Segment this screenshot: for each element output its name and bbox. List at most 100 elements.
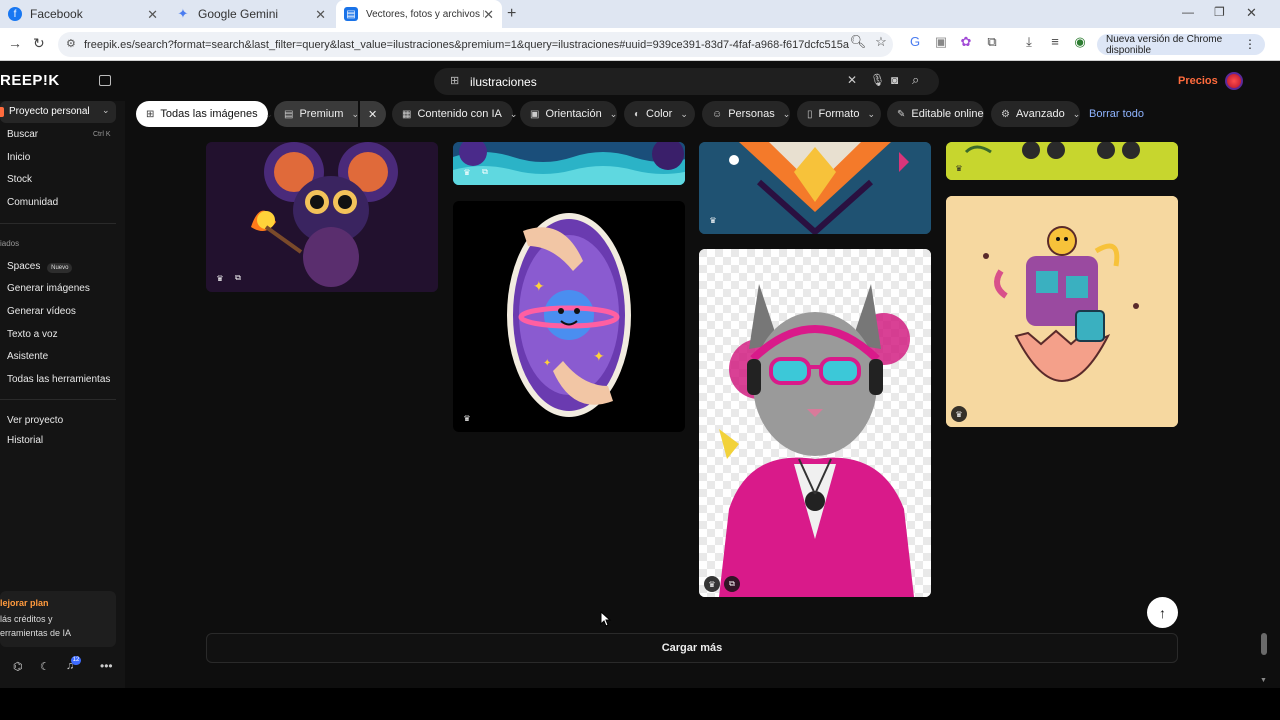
- forward-icon[interactable]: →: [8, 35, 22, 51]
- site-info-icon[interactable]: ⚙: [66, 37, 76, 50]
- close-window-icon[interactable]: ✕: [1246, 5, 1257, 21]
- filter-label: Color: [646, 108, 673, 120]
- extension-colorful-icon[interactable]: ✿: [957, 34, 975, 50]
- pricing-link[interactable]: Precios: [1178, 75, 1218, 87]
- filter-all-images[interactable]: ⊞ Todas las imágenes ⌄: [136, 101, 273, 127]
- premium-crown-icon: ♛: [704, 576, 720, 592]
- scroll-to-top-button[interactable]: ↑: [1147, 597, 1178, 628]
- tab-freepik[interactable]: ▤ Vectores, fotos y archivos PSD ✕: [336, 0, 502, 28]
- filter-color[interactable]: ◐ Color ⌄: [624, 101, 695, 127]
- filter-advanced[interactable]: ⚙ Avanzado ⌄: [991, 101, 1080, 127]
- tab-facebook[interactable]: f Facebook ✕: [0, 0, 166, 28]
- sidebar-item-generate-videos[interactable]: Generar vídeos: [7, 306, 76, 317]
- layers-icon: ⧉: [724, 576, 740, 592]
- download-icon[interactable]: ⤓: [1020, 34, 1038, 50]
- search-input[interactable]: ⊞ ilustraciones ✕ 🎙︎ ◙ ⌕: [434, 68, 939, 95]
- filter-ai-content[interactable]: ▦ Contenido con IA ⌄: [392, 101, 517, 127]
- filter-format[interactable]: ▯ Formato ⌄: [797, 101, 881, 127]
- filter-editable-online[interactable]: ✎ Editable online: [887, 101, 984, 127]
- filter-orientation[interactable]: ▣ Orientación ⌄: [520, 101, 617, 127]
- logo[interactable]: REEP!K: [0, 72, 60, 89]
- orientation-icon: ▣: [530, 108, 540, 120]
- svg-text:✦: ✦: [593, 348, 605, 364]
- extensions-puzzle-icon[interactable]: ⧉: [983, 34, 1001, 50]
- filter-label: Todas las imágenes: [160, 108, 258, 120]
- sidebar-item-home[interactable]: Inicio: [7, 152, 30, 163]
- image-card[interactable]: ♛: [946, 196, 1178, 427]
- reload-icon[interactable]: ↻: [33, 35, 45, 52]
- remove-premium-filter[interactable]: ✕: [360, 101, 386, 127]
- profile-icon[interactable]: ◉: [1071, 34, 1089, 50]
- filter-label: Editable online: [911, 108, 984, 120]
- zoom-icon[interactable]: 🔍︎: [849, 34, 867, 50]
- bookmark-star-icon[interactable]: ☆: [872, 34, 890, 50]
- image-card[interactable]: ♛ ⧉: [206, 142, 438, 292]
- premium-crown-icon: ♛: [709, 215, 717, 225]
- sidebar-item-spaces[interactable]: Spaces Nuevo: [7, 261, 73, 273]
- upgrade-plan-card[interactable]: lejorar plan lás créditos y erramientas …: [0, 591, 116, 647]
- chevron-down-icon: ⌄: [1072, 108, 1081, 119]
- chevron-down-icon: ⌄: [867, 108, 876, 119]
- sidebar-item-assistant[interactable]: Asistente: [7, 351, 48, 362]
- svg-text:✦: ✦: [533, 278, 545, 294]
- avatar[interactable]: [1225, 72, 1243, 90]
- chrome-update-button[interactable]: Nueva versión de Chrome disponible ⋮: [1097, 34, 1265, 56]
- extension-icon[interactable]: ▣: [932, 34, 950, 50]
- minimize-icon[interactable]: —: [1182, 5, 1194, 19]
- image-card[interactable]: ♛: [946, 142, 1178, 180]
- filter-label: Orientación: [545, 108, 602, 120]
- camera-icon[interactable]: ◙: [891, 73, 898, 87]
- translate-icon[interactable]: G: [906, 34, 924, 49]
- illustration-lime-icons: [946, 142, 1178, 180]
- tab-gemini[interactable]: ✦ Google Gemini ✕: [168, 0, 334, 28]
- scrollbar-thumb[interactable]: [1261, 633, 1267, 655]
- scroll-down-icon[interactable]: ▼: [1260, 677, 1267, 684]
- microphone-icon[interactable]: 🎙︎: [870, 73, 885, 87]
- sidebar-item-text-to-speech[interactable]: Texto a voz: [7, 329, 58, 340]
- address-bar[interactable]: ⚙ freepik.es/search?format=search&last_f…: [58, 32, 893, 57]
- sidebar-toggle-icon[interactable]: [99, 75, 111, 86]
- chevron-down-icon: ⌄: [509, 108, 518, 119]
- sidebar-item-search[interactable]: Buscar: [7, 129, 38, 140]
- clear-search-icon[interactable]: ✕: [847, 73, 857, 87]
- image-card[interactable]: ♛: [699, 142, 931, 234]
- clear-all-link[interactable]: Borrar todo: [1089, 108, 1144, 120]
- close-icon[interactable]: ✕: [483, 7, 494, 23]
- filter-label: Formato: [818, 108, 860, 120]
- new-tab-icon[interactable]: +: [507, 5, 516, 23]
- file-icon: ▯: [807, 108, 813, 120]
- more-vertical-icon[interactable]: ⋮: [1244, 37, 1256, 51]
- settings-icon: ⚙: [1001, 108, 1010, 120]
- image-card[interactable]: ✦ ✦ ✦ ♛: [453, 201, 685, 432]
- layers-icon: ⧉: [482, 167, 488, 176]
- media-icon[interactable]: ≡: [1046, 34, 1064, 49]
- sidebar-item-stock[interactable]: Stock: [7, 174, 32, 185]
- load-more-button[interactable]: Cargar más: [206, 633, 1178, 663]
- sidebar-item-all-tools[interactable]: Todas las herramientas: [7, 374, 110, 385]
- close-icon[interactable]: ✕: [315, 7, 326, 23]
- close-icon: ✕: [368, 108, 378, 121]
- project-name: Proyecto personal: [9, 106, 90, 117]
- moon-icon[interactable]: ☾: [40, 660, 50, 673]
- learn-icon[interactable]: ⌬: [13, 660, 23, 673]
- project-selector[interactable]: Proyecto personal ⌄: [0, 101, 116, 123]
- filter-premium[interactable]: ▤ Premium ⌄: [274, 101, 360, 127]
- sidebar-item-history[interactable]: Historial: [7, 435, 43, 446]
- sidebar-item-community[interactable]: Comunidad: [7, 197, 58, 208]
- sidebar-item-label: Texto a voz: [7, 329, 58, 340]
- sidebar-item-view-project[interactable]: Ver proyecto: [7, 415, 63, 426]
- chevron-down-icon: ⌄: [351, 108, 360, 119]
- image-card[interactable]: ♛ ⧉: [699, 249, 931, 597]
- restore-icon[interactable]: ❐: [1214, 5, 1225, 19]
- close-icon[interactable]: ✕: [147, 7, 158, 23]
- more-horizontal-icon[interactable]: •••: [100, 659, 113, 673]
- grid-icon: ⊞: [146, 108, 155, 120]
- sidebar-item-label: Buscar: [7, 129, 39, 140]
- filter-people[interactable]: ☺ Personas ⌄: [702, 101, 790, 127]
- image-card[interactable]: ♛ ⧉: [453, 142, 685, 185]
- sidebar-item-generate-images[interactable]: Generar imágenes: [7, 283, 90, 294]
- scrollbar[interactable]: [1258, 101, 1270, 688]
- bottom-bar: [0, 688, 1280, 720]
- tab-title: Google Gemini: [198, 7, 279, 21]
- search-icon[interactable]: ⌕: [912, 72, 919, 88]
